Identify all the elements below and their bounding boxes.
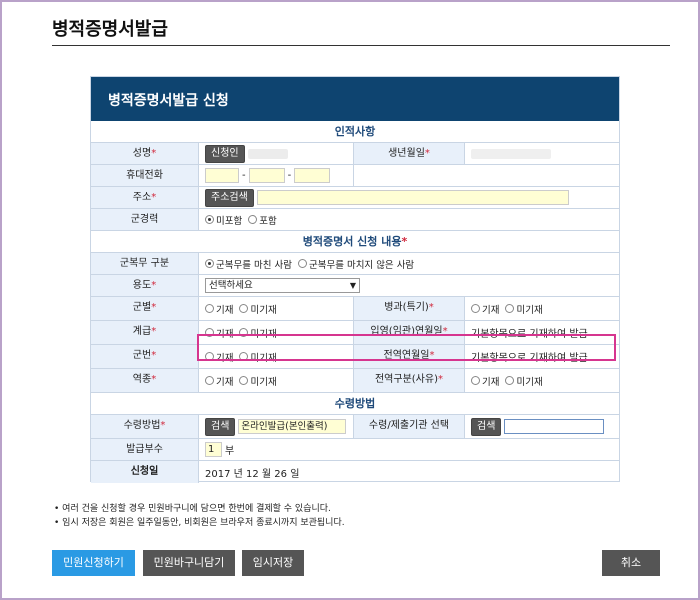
service-not-completed-radio[interactable] — [297, 259, 307, 268]
application-date: 2017 년 12 월 26 일 — [205, 468, 300, 480]
name-label: 성명* — [91, 143, 199, 164]
dropdown-arrow-icon: ▼ — [349, 281, 356, 290]
add-to-cart-button[interactable]: 민원바구니담기 — [143, 550, 235, 576]
agency-input[interactable] — [504, 419, 605, 434]
form-header: 병적증명서발급 신청 — [91, 77, 619, 121]
rank-yes-radio[interactable] — [205, 328, 214, 337]
discharge-reason-label: 전역구분(사유)* — [354, 369, 465, 392]
discharge-reason-yes-radio[interactable] — [471, 376, 480, 385]
specialty-label: 병과(특기)* — [354, 297, 465, 320]
serial-label: 군번* — [91, 345, 199, 368]
name-value-redacted — [247, 148, 288, 159]
rank-label: 계급* — [91, 321, 199, 344]
specialty-yes-radio[interactable] — [471, 304, 480, 313]
service-type-label: 군복무 구분 — [91, 253, 199, 274]
dob-value-redacted — [471, 148, 551, 159]
branch-yes-radio[interactable] — [205, 304, 214, 313]
service-kind-label: 역종* — [91, 369, 199, 392]
receipt-search-button[interactable]: 검색 — [205, 417, 236, 436]
purpose-select[interactable]: 선택하세요 ▼ — [205, 278, 360, 293]
section-receipt: 수령방법 — [91, 393, 619, 415]
agency-label: 수령/제출기관 선택 — [354, 415, 465, 438]
address-search-button[interactable]: 주소검색 — [205, 188, 254, 207]
apply-button[interactable]: 민원신청하기 — [52, 550, 135, 576]
copies-label: 발급부수 — [91, 439, 199, 460]
phone-label: 휴대전화 — [91, 165, 199, 186]
phone-input-2[interactable] — [248, 168, 285, 183]
copies-input[interactable]: 1 — [205, 442, 222, 457]
window-frame: 병적증명서발급 병적증명서발급 신청 인적사항 성명* 신청인 생년월일* 휴대… — [0, 0, 700, 600]
discharge-date-label: 전역연월일* — [354, 345, 465, 368]
page-title: 병적증명서발급 — [52, 19, 168, 40]
phone-input-1[interactable] — [205, 168, 239, 183]
service-kind-no-radio[interactable] — [239, 376, 249, 385]
discharge-reason-no-radio[interactable] — [505, 376, 515, 385]
notes: • 여러 건을 신청할 경우 민원바구니에 담으면 한번에 결제할 수 있습니다… — [54, 502, 345, 530]
enlist-date-label: 입영(임관)연월일* — [354, 321, 465, 344]
note-item: • 임시 저장은 회원은 일주일동안, 비회원은 브라우저 종료시까지 보관됩니… — [54, 518, 345, 528]
branch-no-radio[interactable] — [239, 304, 249, 313]
receipt-method-label: 수령방법* — [91, 415, 199, 438]
applicant-button[interactable]: 신청인 — [205, 144, 245, 163]
agency-search-button[interactable]: 검색 — [471, 417, 502, 436]
service-kind-yes-radio[interactable] — [205, 376, 214, 385]
receipt-method-input[interactable]: 온라인발급(본인출력) — [238, 419, 347, 434]
address-label: 주소* — [91, 187, 199, 208]
cancel-button[interactable]: 취소 — [602, 550, 660, 576]
specialty-no-radio[interactable] — [505, 304, 515, 313]
military-exclude-radio[interactable] — [205, 215, 214, 224]
section-personal: 인적사항 — [91, 121, 619, 143]
date-label: 신청일 — [91, 461, 199, 483]
enlist-date-value: 기본항목으로 기재하여 발급 — [471, 329, 588, 340]
military-include-radio[interactable] — [248, 215, 258, 224]
title-divider — [52, 45, 670, 46]
note-item: • 여러 건을 신청할 경우 민원바구니에 담으면 한번에 결제할 수 있습니다… — [54, 504, 331, 514]
section-request: 병적증명서 신청 내용* — [91, 231, 619, 253]
phone-input-3[interactable] — [294, 168, 331, 183]
service-completed-radio[interactable] — [205, 259, 214, 268]
address-input[interactable] — [256, 190, 569, 205]
application-form: 병적증명서발급 신청 인적사항 성명* 신청인 생년월일* 휴대전화 - - 주… — [90, 76, 620, 483]
discharge-date-value: 기본항목으로 기재하여 발급 — [471, 353, 588, 364]
rank-no-radio[interactable] — [239, 328, 249, 337]
branch-label: 군별* — [91, 297, 199, 320]
dob-label: 생년월일* — [354, 143, 465, 164]
temp-save-button[interactable]: 임시저장 — [242, 550, 304, 576]
serial-yes-radio[interactable] — [205, 352, 214, 361]
purpose-label: 용도* — [91, 275, 199, 296]
military-career-label: 군경력 — [91, 209, 199, 230]
serial-no-radio[interactable] — [239, 352, 249, 361]
